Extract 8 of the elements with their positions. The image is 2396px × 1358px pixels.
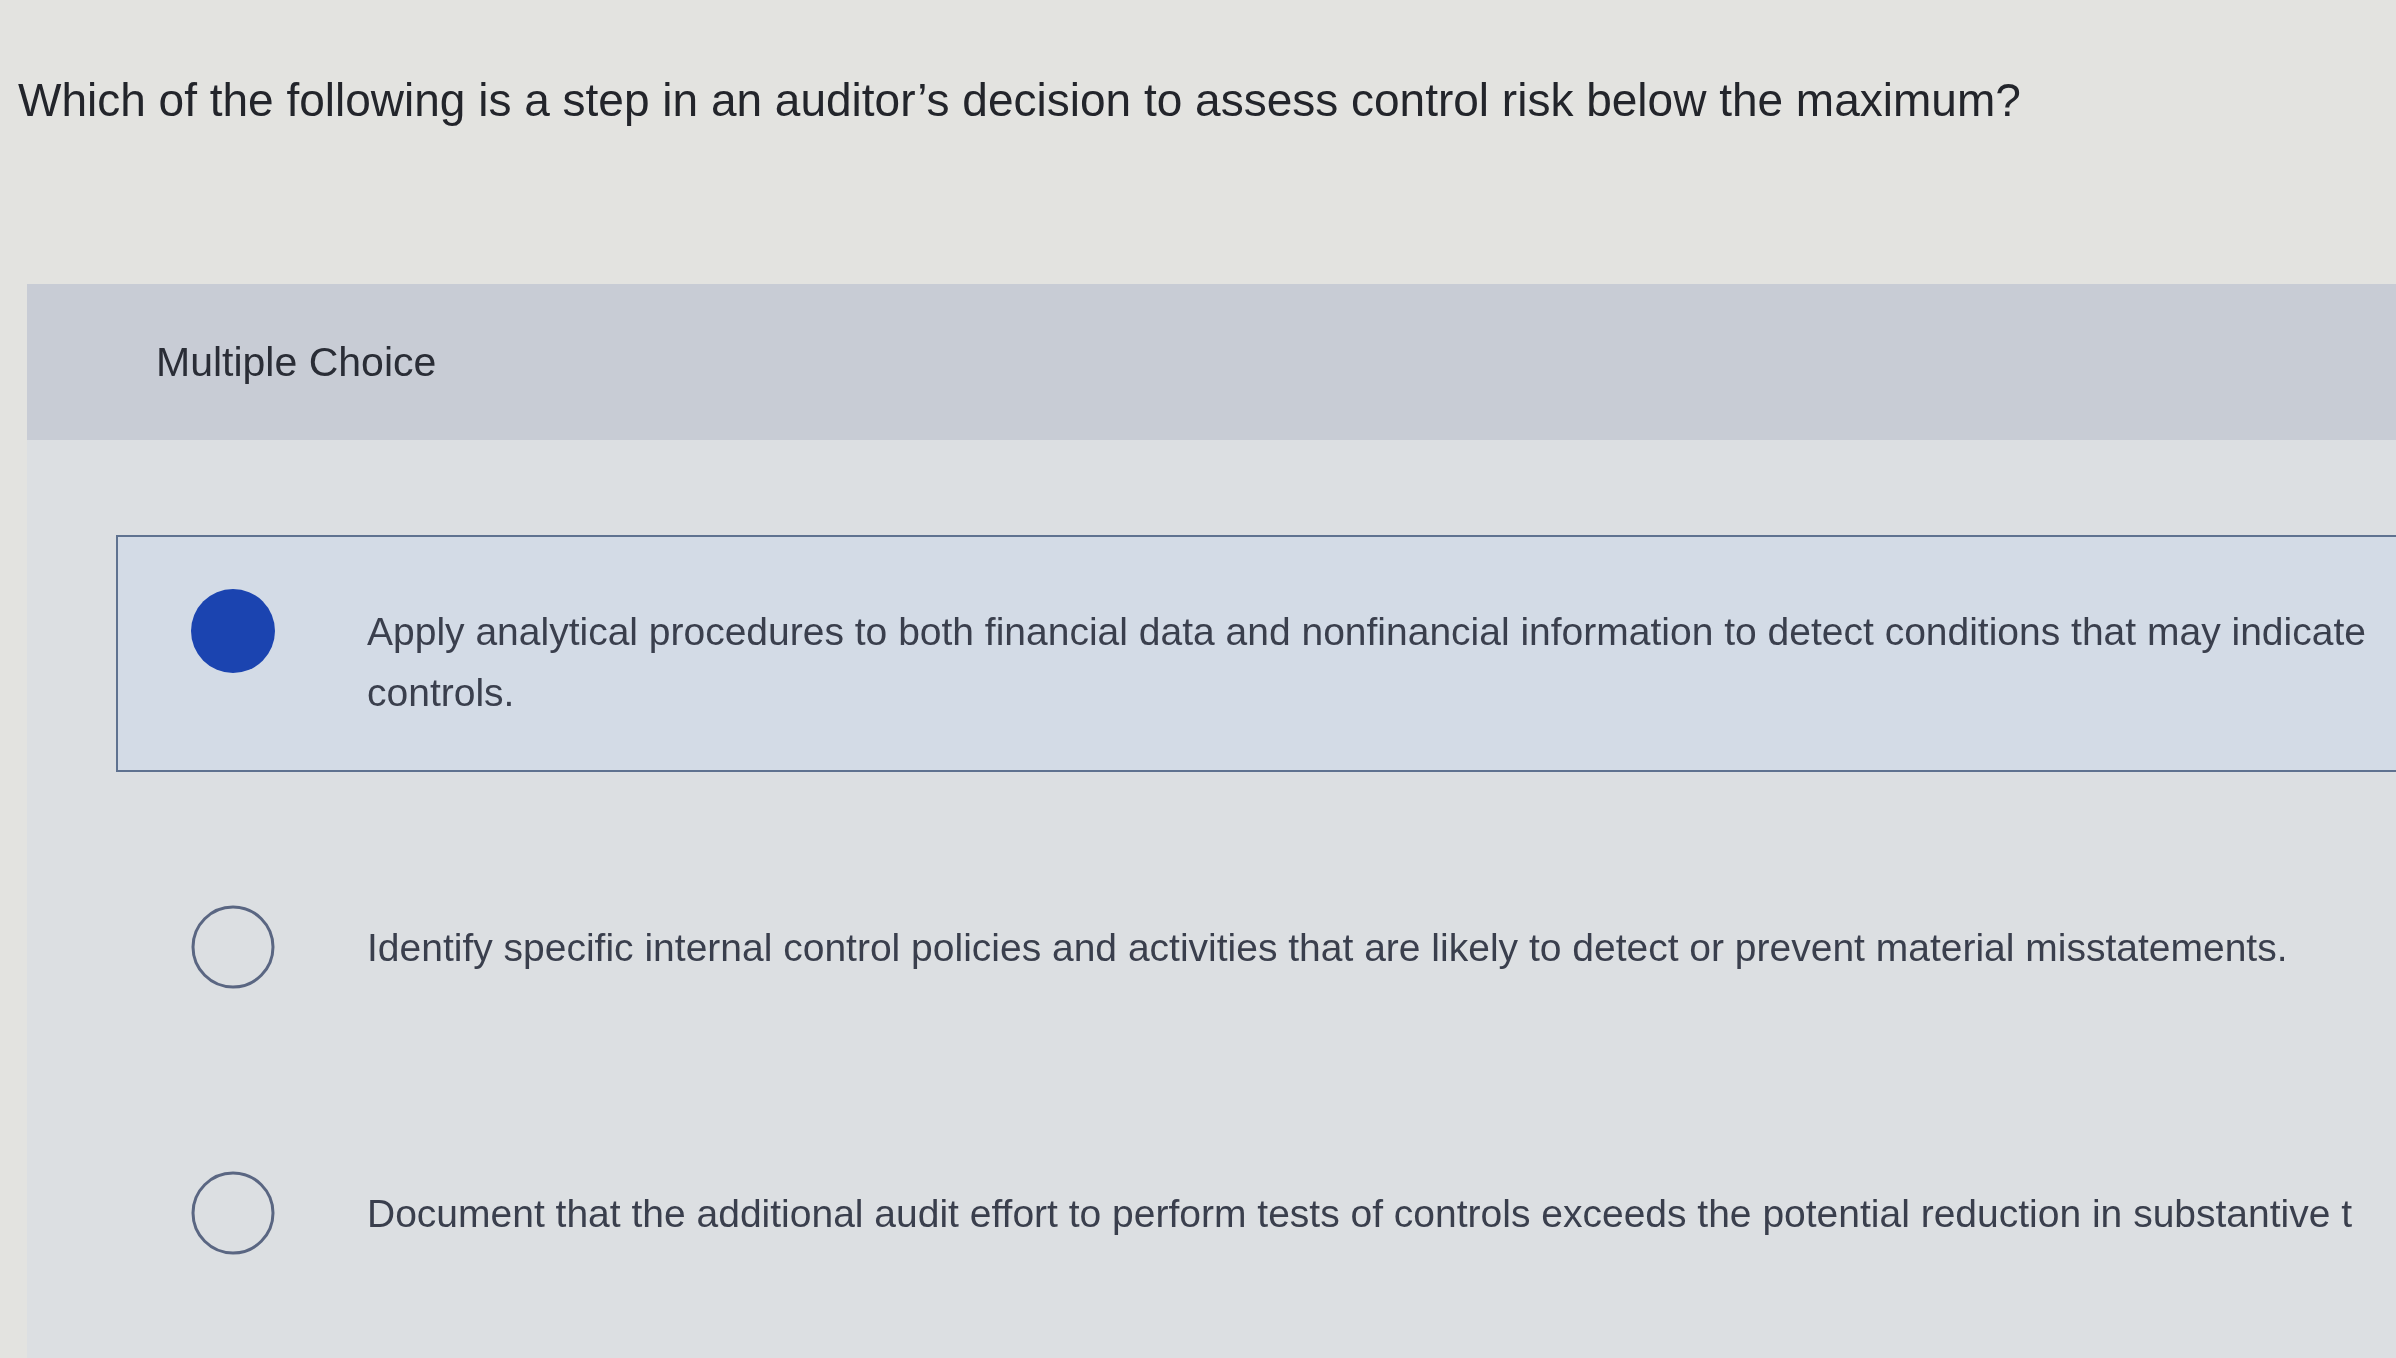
answer-text: Identify specific internal control policies and activities that are likely to detect or prevent material misstatements.	[367, 925, 2288, 971]
radio-button[interactable]	[191, 905, 275, 989]
radio-button[interactable]	[191, 589, 275, 673]
radio-button[interactable]	[191, 1171, 275, 1255]
question-type-label: Multiple Choice	[156, 338, 437, 386]
question-text: Which of the following is a step in an auditor’s decision to assess control risk below the maximum?	[18, 74, 2021, 126]
answer-text: Document that the additional audit effort to perform tests of controls exceeds the potential reduction in substantive t	[367, 1191, 2353, 1237]
answer-text: Apply analytical procedures to both financial data and nonfinancial information to detect conditions that may indicate controls.	[367, 609, 2366, 716]
